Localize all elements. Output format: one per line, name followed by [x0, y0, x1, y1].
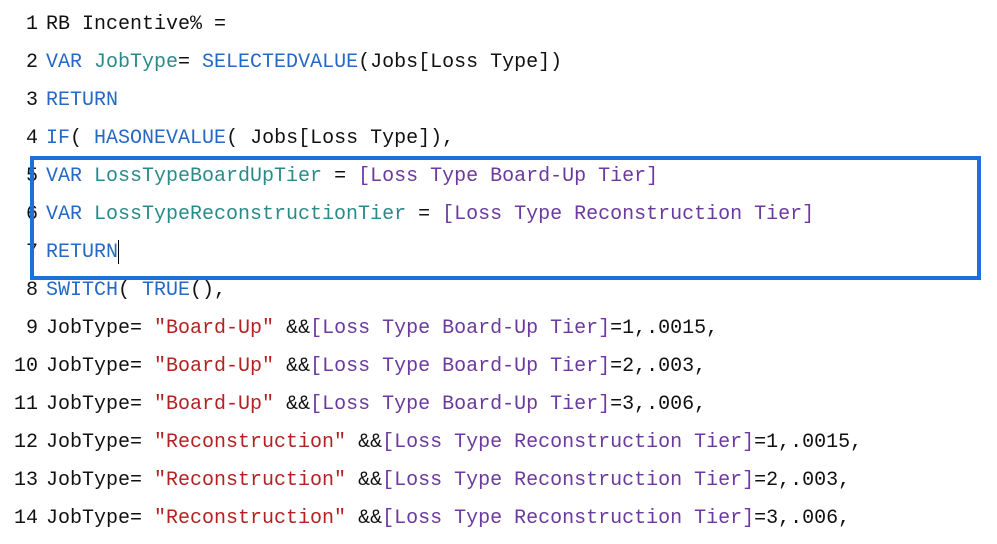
- token: JobType=: [46, 393, 154, 416]
- code-content: RB Incentive% =: [46, 6, 993, 44]
- line-number: 7: [4, 234, 46, 272]
- code-line: 4IF( HASONEVALUE( Jobs[Loss Type]),: [4, 120, 993, 158]
- token: [Loss Type Reconstruction Tier]: [382, 431, 754, 454]
- code-line: 9JobType= "Board-Up" &&[Loss Type Board-…: [4, 310, 993, 348]
- token: VAR: [46, 51, 94, 74]
- token: &&: [274, 317, 310, 340]
- token: =: [214, 13, 226, 36]
- code-line: 1RB Incentive% =: [4, 6, 993, 44]
- text-caret: [118, 240, 119, 264]
- token: RETURN: [46, 89, 118, 112]
- token: =: [406, 203, 442, 226]
- line-number: 10: [4, 348, 46, 386]
- token: &&: [346, 507, 382, 530]
- code-line: 6VAR LossTypeReconstructionTier = [Loss …: [4, 196, 993, 234]
- code-content: JobType= "Board-Up" &&[Loss Type Board-U…: [46, 386, 993, 424]
- code-line: 5VAR LossTypeBoardUpTier = [Loss Type Bo…: [4, 158, 993, 196]
- code-content: JobType= "Reconstruction" &&[Loss Type R…: [46, 500, 993, 538]
- line-number: 4: [4, 120, 46, 158]
- token: [Loss Type Reconstruction Tier]: [442, 203, 814, 226]
- token: "Reconstruction": [154, 469, 346, 492]
- token: (Jobs[Loss Type]): [358, 51, 562, 74]
- line-number: 9: [4, 310, 46, 348]
- token: =2,.003,: [754, 469, 850, 492]
- token: VAR: [46, 165, 94, 188]
- token: JobType: [94, 51, 178, 74]
- code-line: 10JobType= "Board-Up" &&[Loss Type Board…: [4, 348, 993, 386]
- code-line: 14JobType= "Reconstruction" &&[Loss Type…: [4, 500, 993, 538]
- token: &&: [274, 355, 310, 378]
- code-content: JobType= "Board-Up" &&[Loss Type Board-U…: [46, 310, 993, 348]
- token: =1,.0015,: [754, 431, 862, 454]
- code-content: JobType= "Board-Up" &&[Loss Type Board-U…: [46, 348, 993, 386]
- line-number: 12: [4, 424, 46, 462]
- token: [Loss Type Board-Up Tier]: [358, 165, 658, 188]
- code-line: 8SWITCH( TRUE(),: [4, 272, 993, 310]
- line-number: 2: [4, 44, 46, 82]
- token: RB Incentive%: [46, 13, 214, 36]
- code-content: VAR JobType= SELECTEDVALUE(Jobs[Loss Typ…: [46, 44, 993, 82]
- token: ( Jobs[Loss Type]),: [226, 127, 454, 150]
- token: =: [322, 165, 358, 188]
- token: =3,.006,: [610, 393, 706, 416]
- token: &&: [274, 393, 310, 416]
- code-line: 3RETURN: [4, 82, 993, 120]
- token: =3,.006,: [754, 507, 850, 530]
- line-number: 13: [4, 462, 46, 500]
- token: "Reconstruction": [154, 507, 346, 530]
- code-content: IF( HASONEVALUE( Jobs[Loss Type]),: [46, 120, 993, 158]
- token: (: [118, 279, 142, 302]
- code-content: VAR LossTypeReconstructionTier = [Loss T…: [46, 196, 993, 234]
- token: "Reconstruction": [154, 431, 346, 454]
- line-number: 6: [4, 196, 46, 234]
- token: LossTypeBoardUpTier: [94, 165, 322, 188]
- code-line: 13JobType= "Reconstruction" &&[Loss Type…: [4, 462, 993, 500]
- token: =: [178, 51, 202, 74]
- token: =1,.0015,: [610, 317, 718, 340]
- token: SWITCH: [46, 279, 118, 302]
- token: JobType=: [46, 469, 154, 492]
- code-content: JobType= "Reconstruction" &&[Loss Type R…: [46, 424, 993, 462]
- token: TRUE: [142, 279, 190, 302]
- token: [Loss Type Board-Up Tier]: [310, 317, 610, 340]
- code-line: 12JobType= "Reconstruction" &&[Loss Type…: [4, 424, 993, 462]
- line-number: 14: [4, 500, 46, 538]
- token: =2,.003,: [610, 355, 706, 378]
- token: [Loss Type Reconstruction Tier]: [382, 469, 754, 492]
- token: VAR: [46, 203, 94, 226]
- token: IF: [46, 127, 70, 150]
- code-content: RETURN: [46, 234, 993, 272]
- token: RETURN: [46, 241, 118, 264]
- line-number: 8: [4, 272, 46, 310]
- line-number: 11: [4, 386, 46, 424]
- code-content: RETURN: [46, 82, 993, 120]
- token: &&: [346, 469, 382, 492]
- token: SELECTEDVALUE: [202, 51, 358, 74]
- token: JobType=: [46, 355, 154, 378]
- dax-editor[interactable]: 1RB Incentive% =2VAR JobType= SELECTEDVA…: [0, 0, 997, 544]
- token: "Board-Up": [154, 393, 274, 416]
- code-line: 11JobType= "Board-Up" &&[Loss Type Board…: [4, 386, 993, 424]
- token: [Loss Type Reconstruction Tier]: [382, 507, 754, 530]
- token: "Board-Up": [154, 317, 274, 340]
- code-line: 7RETURN: [4, 234, 993, 272]
- token: [Loss Type Board-Up Tier]: [310, 393, 610, 416]
- token: HASONEVALUE: [94, 127, 226, 150]
- token: LossTypeReconstructionTier: [94, 203, 406, 226]
- token: JobType=: [46, 507, 154, 530]
- token: [Loss Type Board-Up Tier]: [310, 355, 610, 378]
- line-number: 3: [4, 82, 46, 120]
- token: "Board-Up": [154, 355, 274, 378]
- token: &&: [346, 431, 382, 454]
- code-line: 2VAR JobType= SELECTEDVALUE(Jobs[Loss Ty…: [4, 44, 993, 82]
- token: (: [70, 127, 94, 150]
- line-number: 5: [4, 158, 46, 196]
- code-content: SWITCH( TRUE(),: [46, 272, 993, 310]
- token: (),: [190, 279, 226, 302]
- token: JobType=: [46, 317, 154, 340]
- code-content: VAR LossTypeBoardUpTier = [Loss Type Boa…: [46, 158, 993, 196]
- code-content: JobType= "Reconstruction" &&[Loss Type R…: [46, 462, 993, 500]
- token: JobType=: [46, 431, 154, 454]
- line-number: 1: [4, 6, 46, 44]
